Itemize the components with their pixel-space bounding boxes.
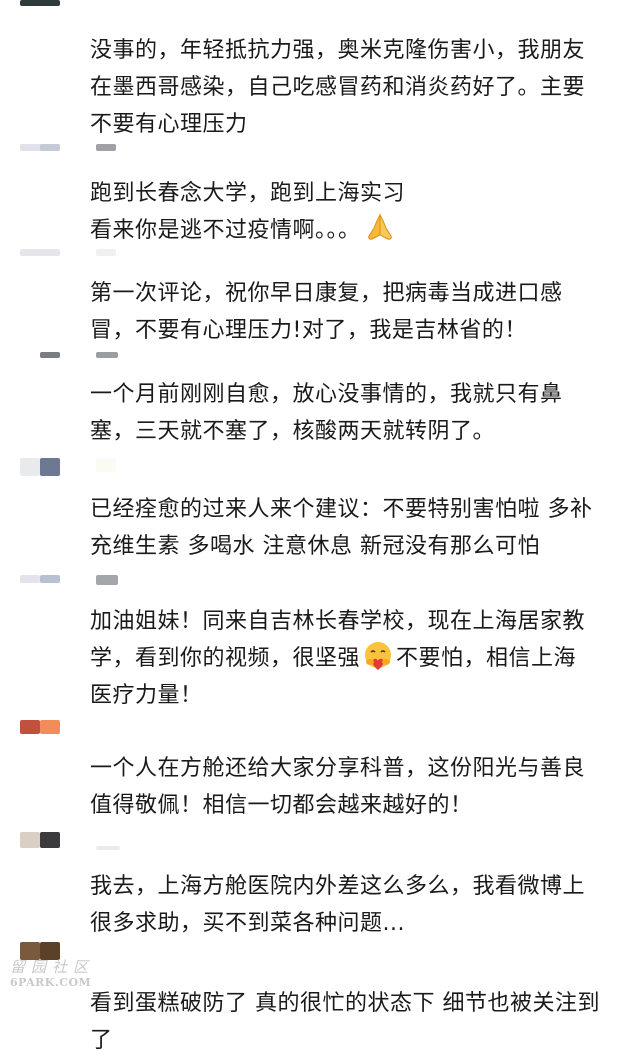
site-watermark: 留园社区 6PARK.COM [10,958,100,994]
comment-text-body: 跑到长春念大学，跑到上海实习 看来你是逃不过疫情啊。。。 [90,181,406,243]
watermark-chinese: 留园社区 [10,958,95,976]
comment-text: 没事的，年轻抵抗力强，奥米克隆伤害小，我朋友 在墨西哥感染，自己吃感冒药和消炎药… [90,38,586,137]
comment-meta-blurred [0,942,640,960]
comment-meta-blurred [0,832,640,850]
comment-meta-blurred [0,575,640,591]
comment-text: 一个人在方舱还给大家分享科普，这份阳光与善良 值得敬佩！相信一切都会越来越好的！ [90,756,586,818]
comment-meta-blurred [0,249,640,265]
comment-text: 我去，上海方舱医院内外差这么多么，我看微博上 很多求助，买不到菜各种问题... [90,874,586,936]
comment-meta-blurred [0,458,640,476]
comment-meta-blurred [0,144,640,160]
comment-text: 加油姐妹！同来自吉林长春学校，现在上海居家教 学，看到你的视频，很坚强 不要怕，相… [90,603,630,714]
hugging-heart-icon [362,640,394,672]
comment-text: 跑到长春念大学，跑到上海实习 看来你是逃不过疫情啊。。。 [90,175,630,249]
comment-text: 看到蛋糕破防了 真的很忙的状态下 细节也被关注到 了 [90,991,600,1053]
comment-text: 一个月前刚刚自愈，放心没事情的，我就只有鼻 塞，三天就不塞了，核酸两天就转阴了。 [90,382,563,444]
comment-meta-blurred [0,0,640,16]
comment-text: 已经痊愈的过来人来个建议：不要特别害怕啦 多补 充维生素 多喝水 注意休息 新冠… [90,497,593,559]
watermark-english: 6PARK.COM [10,976,92,989]
folded-hands-icon [365,212,395,242]
comment-meta-blurred [0,720,640,736]
comment-text: 第一次评论，祝你早日康复，把病毒当成进口感 冒，不要有心理压力!对了，我是吉林省… [90,281,563,343]
comment-meta-blurred [0,352,640,368]
